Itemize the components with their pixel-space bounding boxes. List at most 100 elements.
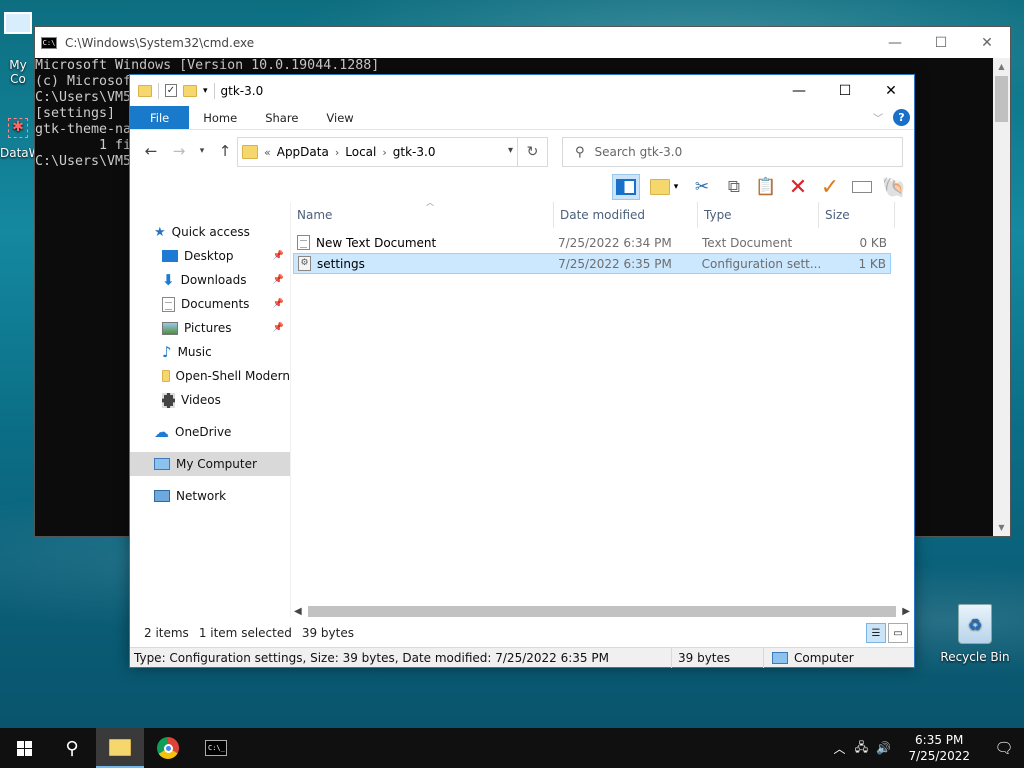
properties-button[interactable] xyxy=(848,174,876,200)
nav-pictures[interactable]: Pictures 📌 xyxy=(130,316,290,340)
refresh-button[interactable]: ↻ xyxy=(517,138,547,166)
tab-home[interactable]: Home xyxy=(189,106,251,129)
nav-downloads[interactable]: ⬇ Downloads 📌 xyxy=(130,268,290,292)
new-item-icon xyxy=(649,179,670,195)
scroll-thumb[interactable] xyxy=(995,76,1008,122)
maximize-button[interactable]: ☐ xyxy=(822,75,868,106)
desktop-icon-recycle-bin[interactable]: ♻ Recycle Bin xyxy=(938,604,1012,664)
nav-label: Open-Shell Modern xyxy=(175,369,291,383)
scroll-right-icon[interactable]: ▶ xyxy=(902,603,910,620)
nav-onedrive[interactable]: ☁ OneDrive xyxy=(130,420,290,444)
nav-network[interactable]: Network xyxy=(130,484,290,508)
breadcrumb-overflow[interactable]: « xyxy=(264,146,271,159)
breadcrumb-gtk[interactable]: gtk-3.0 xyxy=(393,145,436,159)
address-dropdown-icon[interactable]: ▾ xyxy=(508,145,513,156)
explorer-titlebar[interactable]: ✓ ▾ gtk-3.0 — ☐ ✕ xyxy=(130,75,914,106)
large-icons-view-icon[interactable]: ▭ xyxy=(888,623,908,643)
recycle-bin-icon: ♻ xyxy=(958,604,992,644)
help-icon[interactable]: ? xyxy=(893,109,910,126)
up-button[interactable]: ↑ xyxy=(214,142,236,160)
cmd-titlebar[interactable]: C:\ C:\Windows\System32\cmd.exe xyxy=(35,27,1010,58)
start-button[interactable] xyxy=(0,728,48,768)
desktop-icon-dataw[interactable]: ✱ DataW xyxy=(0,118,41,160)
cloud-icon: ☁ xyxy=(154,423,169,441)
clock[interactable]: 6:35 PM 7/25/2022 xyxy=(894,732,984,764)
recent-locations-icon[interactable]: ▾ xyxy=(196,146,208,156)
nav-documents[interactable]: Documents 📌 xyxy=(130,292,290,316)
new-folder-icon[interactable] xyxy=(183,84,197,97)
file-row-selected[interactable]: ⚙ settings 7/25/2022 6:35 PM Configuratio… xyxy=(293,253,891,274)
properties-icon[interactable]: ✓ xyxy=(165,84,177,97)
taskbar-chrome[interactable] xyxy=(144,728,192,768)
breadcrumb-local[interactable]: Local xyxy=(345,145,376,159)
breadcrumb-appdata[interactable]: AppData xyxy=(277,145,329,159)
back-button[interactable]: ← xyxy=(140,142,162,160)
pin-icon: 📌 xyxy=(272,323,284,333)
nav-quick-access[interactable]: ★ Quick access xyxy=(130,220,290,244)
shell-menu-button[interactable]: 🐚 xyxy=(880,174,908,200)
column-name[interactable]: Name xyxy=(291,202,554,228)
scroll-thumb[interactable] xyxy=(308,606,896,617)
notification-icon[interactable]: 🗨 xyxy=(984,739,1024,757)
nav-open-shell-modern[interactable]: Open-Shell Modern xyxy=(130,364,290,388)
customize-toolbar-icon[interactable]: ▾ xyxy=(203,86,208,96)
rename-button[interactable]: ✓ xyxy=(816,174,844,200)
tab-share[interactable]: Share xyxy=(251,106,312,129)
chevron-right-icon[interactable]: › xyxy=(335,146,339,159)
minimize-button[interactable]: — xyxy=(872,27,918,58)
desktop-icon-my-computer[interactable]: My Co xyxy=(0,12,36,86)
address-bar[interactable]: « AppData › Local › gtk-3.0 ▾ ↻ xyxy=(237,137,548,167)
horizontal-scrollbar[interactable]: ◀ ▶ xyxy=(290,603,914,620)
scroll-down-icon[interactable]: ▼ xyxy=(993,519,1010,536)
copy-button[interactable]: ⧉ xyxy=(720,174,748,200)
tab-view[interactable]: View xyxy=(312,106,367,129)
taskbar-file-explorer[interactable] xyxy=(96,728,144,768)
cmd-scrollbar[interactable]: ▲ ▼ xyxy=(993,58,1010,536)
chevron-up-icon[interactable]: ︿ xyxy=(828,740,850,757)
paste-button[interactable]: 📋 xyxy=(752,174,780,200)
shell-icon: 🐚 xyxy=(881,175,907,199)
file-list[interactable]: ︿ Name Date modified Type Size New Text … xyxy=(290,198,914,617)
close-button[interactable]: ✕ xyxy=(868,75,914,106)
nav-desktop[interactable]: Desktop 📌 xyxy=(130,244,290,268)
cmd-title: C:\Windows\System32\cmd.exe xyxy=(65,35,255,50)
minimize-button[interactable]: — xyxy=(776,75,822,106)
scroll-up-icon[interactable]: ▲ xyxy=(993,58,1010,75)
explorer-window[interactable]: ✓ ▾ gtk-3.0 — ☐ ✕ File Home Share View ﹀… xyxy=(129,74,915,668)
nav-label: Music xyxy=(177,345,212,359)
quick-access-toolbar: ✓ ▾ gtk-3.0 xyxy=(138,82,263,99)
network-icon[interactable]: 🖧 xyxy=(850,738,872,759)
nav-label: My Computer xyxy=(176,457,257,471)
file-row[interactable]: New Text Document 7/25/2022 6:34 PM Text… xyxy=(293,232,891,253)
preview-pane-button[interactable] xyxy=(612,174,640,200)
search-input[interactable]: ⚲ Search gtk-3.0 xyxy=(562,137,903,167)
chevron-right-icon[interactable]: › xyxy=(382,146,386,159)
tab-file[interactable]: File xyxy=(130,106,190,129)
file-type: Text Document xyxy=(702,235,793,250)
column-date-modified[interactable]: Date modified xyxy=(554,202,698,228)
expand-ribbon-icon[interactable]: ﹀ xyxy=(873,110,883,125)
close-button[interactable]: ✕ xyxy=(964,27,1010,58)
new-item-button[interactable]: ▾ xyxy=(644,174,684,200)
nav-videos[interactable]: Videos xyxy=(130,388,290,412)
search-button[interactable]: ⚲ xyxy=(48,728,96,768)
delete-button[interactable]: ✕ xyxy=(784,174,812,200)
documents-icon xyxy=(162,296,175,312)
maximize-button[interactable]: ☐ xyxy=(918,27,964,58)
settings-file-icon: ⚙ xyxy=(298,256,311,271)
selection-count: 1 item selected xyxy=(198,626,292,640)
nav-label: Network xyxy=(176,489,227,503)
cut-button[interactable]: ✂ xyxy=(688,174,716,200)
cut-icon: ✂ xyxy=(694,177,710,197)
details-view-icon[interactable]: ☰ xyxy=(866,623,886,643)
nav-my-computer[interactable]: My Computer xyxy=(130,452,290,476)
column-size[interactable]: Size xyxy=(819,202,895,228)
volume-icon[interactable]: 🔊 xyxy=(872,741,894,755)
column-header: ︿ Name Date modified Type Size xyxy=(291,198,914,228)
desktop-icon xyxy=(162,250,178,262)
scroll-left-icon[interactable]: ◀ xyxy=(294,603,302,620)
forward-button[interactable]: → xyxy=(168,142,190,160)
column-type[interactable]: Type xyxy=(698,202,819,228)
nav-music[interactable]: ♪ Music xyxy=(130,340,290,364)
taskbar-cmd[interactable]: C:\_ xyxy=(192,728,240,768)
